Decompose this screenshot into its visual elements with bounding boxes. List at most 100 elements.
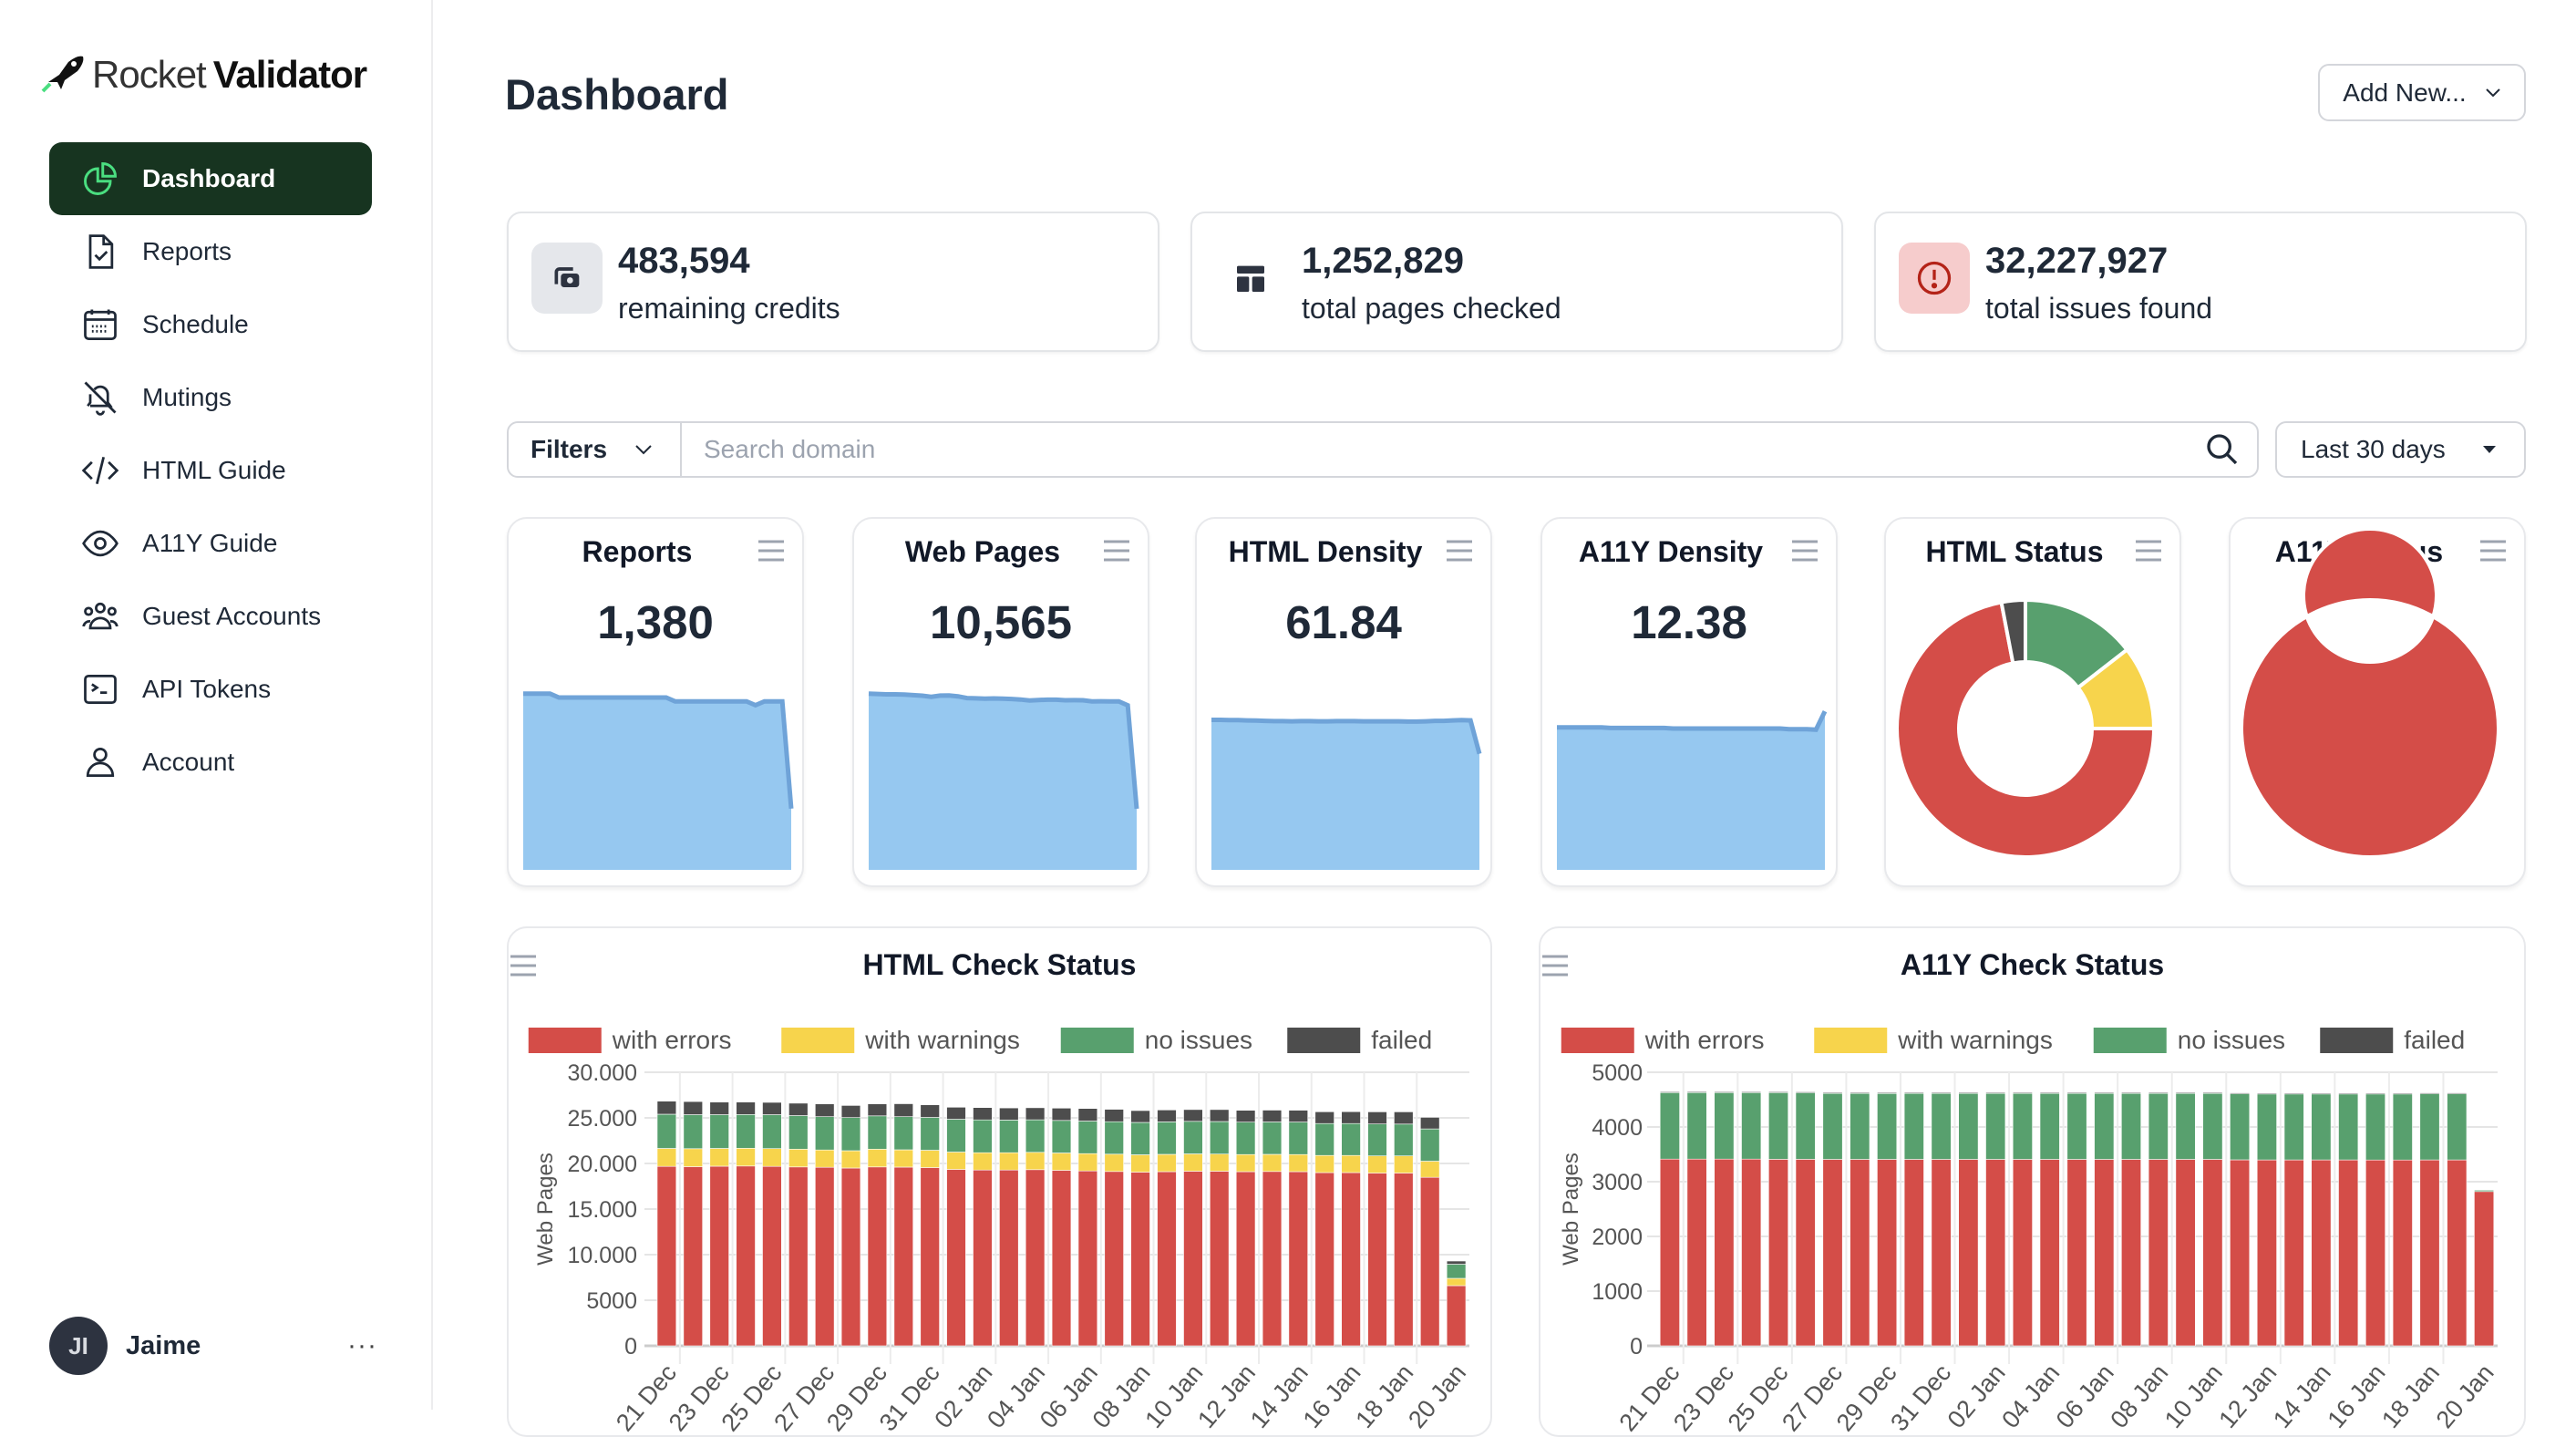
bar-segment-warnings[interactable]: [1419, 1161, 1440, 1178]
legend-label[interactable]: with warnings: [1897, 1026, 2053, 1054]
bar-segment-failed[interactable]: [1130, 1110, 1150, 1123]
bar-segment-failed[interactable]: [1714, 1091, 1735, 1093]
bar-segment-errors[interactable]: [2474, 1191, 2495, 1347]
bar-segment-warnings[interactable]: [1446, 1277, 1467, 1287]
bar-segment-no-issues[interactable]: [1795, 1091, 1816, 1160]
bar-segment-failed[interactable]: [2392, 1092, 2413, 1095]
legend-label[interactable]: failed: [1371, 1026, 1432, 1054]
bar-segment-no-issues[interactable]: [2283, 1093, 2304, 1161]
bar-segment-errors[interactable]: [1686, 1158, 1707, 1347]
search-icon[interactable]: [2204, 431, 2241, 468]
legend-swatch-warnings[interactable]: [1814, 1028, 1888, 1053]
filters-dropdown[interactable]: Filters: [509, 423, 682, 476]
bar-segment-warnings[interactable]: [1183, 1153, 1203, 1172]
bar-segment-errors[interactable]: [1262, 1171, 1283, 1347]
bar-segment-errors[interactable]: [1025, 1169, 1046, 1347]
bar-segment-failed[interactable]: [2094, 1091, 2115, 1094]
bar-segment-errors[interactable]: [2148, 1159, 2169, 1347]
bar-segment-failed[interactable]: [867, 1103, 888, 1117]
bar-segment-failed[interactable]: [1209, 1109, 1230, 1122]
bar-segment-errors[interactable]: [1659, 1158, 1680, 1347]
bar-segment-no-issues[interactable]: [2230, 1092, 2251, 1161]
bar-segment-errors[interactable]: [1822, 1159, 1843, 1347]
bar-segment-no-issues[interactable]: [2202, 1092, 2223, 1160]
bar-segment-no-issues[interactable]: [1686, 1091, 1707, 1160]
bar-segment-failed[interactable]: [1341, 1111, 1361, 1124]
bar-segment-warnings[interactable]: [1209, 1153, 1230, 1172]
legend-label[interactable]: failed: [2404, 1026, 2465, 1054]
legend-label[interactable]: with errors: [612, 1026, 732, 1054]
bar-segment-failed[interactable]: [1958, 1091, 1979, 1094]
legend-swatch-no-issues[interactable]: [1060, 1028, 1134, 1053]
bar-segment-errors[interactable]: [1958, 1159, 1979, 1347]
bar-segment-no-issues[interactable]: [683, 1114, 703, 1150]
bar-segment-no-issues[interactable]: [1877, 1092, 1898, 1160]
bar-segment-warnings[interactable]: [1077, 1153, 1098, 1172]
bar-segment-no-issues[interactable]: [762, 1114, 782, 1150]
bar-segment-errors[interactable]: [2202, 1159, 2223, 1347]
bar-segment-no-issues[interactable]: [1341, 1122, 1361, 1156]
sidebar-item-guest-accounts[interactable]: Guest Accounts: [49, 580, 372, 653]
bar-segment-no-issues[interactable]: [893, 1116, 913, 1151]
bar-segment-errors[interactable]: [2311, 1159, 2332, 1347]
bar-segment-no-issues[interactable]: [2365, 1093, 2385, 1161]
bar-segment-no-issues[interactable]: [1958, 1092, 1979, 1160]
bar-segment-failed[interactable]: [2256, 1092, 2277, 1095]
bar-segment-failed[interactable]: [2311, 1092, 2332, 1095]
bar-segment-errors[interactable]: [893, 1166, 913, 1347]
bar-segment-warnings[interactable]: [1367, 1155, 1387, 1173]
bar-segment-failed[interactable]: [1446, 1260, 1467, 1265]
bar-segment-warnings[interactable]: [1341, 1154, 1361, 1173]
bar-segment-no-issues[interactable]: [1822, 1092, 1843, 1160]
bar-segment-errors[interactable]: [1130, 1172, 1150, 1347]
bar-segment-failed[interactable]: [1877, 1092, 1898, 1094]
bar-segment-no-issues[interactable]: [1446, 1264, 1467, 1279]
bar-segment-no-issues[interactable]: [656, 1113, 677, 1149]
bar-segment-errors[interactable]: [709, 1165, 729, 1347]
bar-segment-errors[interactable]: [867, 1166, 888, 1347]
bar-segment-errors[interactable]: [1394, 1173, 1414, 1347]
bar-segment-errors[interactable]: [1903, 1159, 1924, 1347]
bar-segment-failed[interactable]: [709, 1101, 729, 1115]
bar-segment-no-issues[interactable]: [814, 1116, 835, 1151]
bar-segment-failed[interactable]: [2120, 1091, 2141, 1094]
bar-segment-warnings[interactable]: [1394, 1155, 1414, 1173]
user-menu[interactable]: JI Jaime ···: [49, 1317, 377, 1375]
bar-segment-failed[interactable]: [1077, 1108, 1098, 1122]
bar-segment-no-issues[interactable]: [946, 1119, 966, 1153]
bar-segment-no-issues[interactable]: [788, 1115, 809, 1150]
bar-segment-errors[interactable]: [2175, 1159, 2196, 1347]
bar-segment-warnings[interactable]: [973, 1152, 993, 1171]
bar-segment-failed[interactable]: [1314, 1111, 1334, 1124]
bar-segment-errors[interactable]: [2066, 1159, 2087, 1347]
bar-segment-failed[interactable]: [762, 1101, 782, 1115]
bar-segment-failed[interactable]: [1051, 1108, 1072, 1122]
bar-segment-no-issues[interactable]: [1419, 1128, 1440, 1162]
bar-segment-failed[interactable]: [2066, 1091, 2087, 1094]
bar-segment-warnings[interactable]: [920, 1150, 940, 1168]
bar-segment-no-issues[interactable]: [920, 1117, 940, 1151]
logo[interactable]: Rocket Validator: [41, 53, 367, 97]
bar-segment-no-issues[interactable]: [2338, 1093, 2359, 1161]
bar-segment-errors[interactable]: [2392, 1159, 2413, 1347]
bar-segment-errors[interactable]: [788, 1166, 809, 1347]
legend-swatch-errors[interactable]: [528, 1028, 602, 1053]
bar-segment-no-issues[interactable]: [1209, 1121, 1230, 1155]
menu-icon[interactable]: [509, 954, 538, 977]
bar-segment-errors[interactable]: [814, 1166, 835, 1347]
sidebar-item-a11y-guide[interactable]: A11Y Guide: [49, 507, 372, 580]
bar-segment-no-issues[interactable]: [999, 1120, 1019, 1153]
bar-segment-warnings[interactable]: [893, 1149, 913, 1168]
bar-segment-no-issues[interactable]: [1130, 1122, 1150, 1155]
bar-segment-errors[interactable]: [1877, 1159, 1898, 1347]
bar-segment-no-issues[interactable]: [1314, 1122, 1334, 1156]
bar-segment-errors[interactable]: [1446, 1285, 1467, 1347]
legend-swatch-no-issues[interactable]: [2093, 1028, 2167, 1053]
bar-segment-failed[interactable]: [2202, 1091, 2223, 1094]
bar-segment-failed[interactable]: [1183, 1109, 1203, 1122]
bar-segment-no-issues[interactable]: [1394, 1123, 1414, 1157]
legend-label[interactable]: no issues: [2178, 1026, 2285, 1054]
bar-segment-errors[interactable]: [2120, 1159, 2141, 1347]
legend-swatch-failed[interactable]: [2320, 1028, 2394, 1053]
bar-segment-errors[interactable]: [2256, 1159, 2277, 1347]
